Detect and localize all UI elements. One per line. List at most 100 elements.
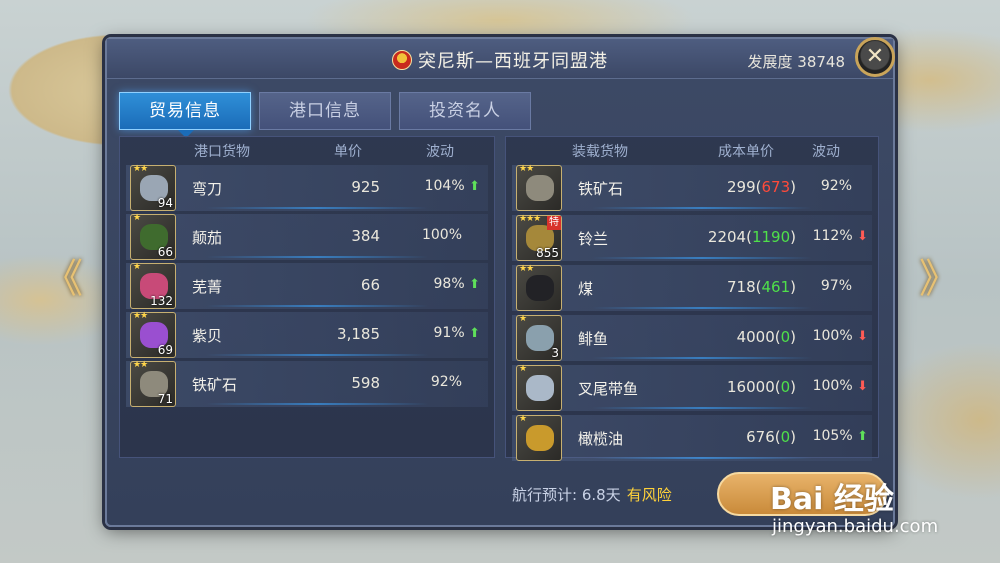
star-rating-icon: ★ [133,262,141,272]
prev-port-arrow[interactable]: 《 [42,258,84,300]
goods-price: 3,185 [337,325,380,343]
star-rating-icon: ★★ [133,164,148,174]
col-header-cargo: 装载货物 [572,144,628,160]
cost-value: 299( [727,178,762,196]
price-difference: 0 [780,378,791,396]
goods-slot[interactable]: ★★ [516,164,562,211]
goods-slot[interactable]: ★ [516,414,562,461]
iron-ore-icon [526,175,554,201]
tab-trade-info[interactable]: 贸易信息 [119,92,251,138]
cargo-row[interactable]: ★ 3 鲱鱼 4000(0) 100% ⬇ [512,314,872,361]
port-goods-row[interactable]: ★★ 69 紫贝 3,185 91% ⬆ [126,311,488,358]
goods-slot[interactable]: ★ [516,364,562,411]
col-header-price: 单价 [334,144,362,160]
goods-slot[interactable]: ★ 66 [130,213,176,260]
star-rating-icon: ★ [519,314,527,324]
cargo-fluctuation: 97% [820,278,852,294]
baidu-watermark: Bai 经验 jingyan.baidu.com [770,470,990,550]
goods-slot[interactable]: ★★★ 855 特 [516,214,562,261]
development-label: 发展度 [747,53,793,71]
special-badge: 特 [547,216,561,230]
coal-icon [526,275,554,301]
goods-slot[interactable]: ★★ 94 [130,164,176,211]
cargo-fluctuation: 100% ⬇ [812,378,868,394]
port-goods-row[interactable]: ★ 66 颠茄 384 100% [126,213,488,260]
star-rating-icon: ★★★ [519,214,541,224]
cargo-row[interactable]: ★ 橄榄油 676(0) 105% ⬆ [512,414,872,461]
goods-fluctuation: 98% ⬆ [433,276,480,292]
goods-price: 384 [351,227,380,245]
cost-value: 16000( [727,378,781,396]
voyage-estimate: 航行预计: 6.8天 有风险 [512,484,672,505]
goods-slot[interactable]: ★ 132 [130,262,176,309]
watermark-url: jingyan.baidu.com [772,516,939,537]
cargo-row[interactable]: ★★ 煤 718(461) 97% [512,264,872,311]
olive-oil-icon [526,425,554,451]
port-name: 突尼斯—西班牙同盟港 [418,51,608,72]
cargo-fluctuation: 100% ⬇ [812,328,868,344]
cost-paren: ) [790,378,796,396]
goods-slot[interactable]: ★★ [516,264,562,311]
arrow-up-icon: ⬆ [857,429,868,444]
goods-price: 925 [351,178,380,196]
cargo-cost: 2204(1190) [708,228,796,246]
cost-value: 676( [746,428,781,446]
goods-name: 紫贝 [192,327,223,345]
tab-investors[interactable]: 投资名人 [399,92,531,130]
port-goods-row[interactable]: ★ 132 芜菁 66 98% ⬆ [126,262,488,309]
goods-fluctuation: 100% [421,227,462,243]
cargo-cost: 16000(0) [727,378,796,396]
goods-quantity: 94 [157,196,173,210]
port-trade-panel: 突尼斯—西班牙同盟港 发展度 38748 ✕ 贸易信息 港口信息 投资名人 港口… [105,37,895,527]
goods-quantity: 69 [157,343,173,357]
tab-port-info[interactable]: 港口信息 [259,92,391,130]
cargo-row[interactable]: ★ 叉尾带鱼 16000(0) 100% ⬇ [512,364,872,411]
goods-quantity: 3 [551,346,559,360]
cargo-name: 橄榄油 [578,430,624,448]
next-port-arrow[interactable]: 》 [918,258,960,300]
price-difference: 461 [761,278,791,296]
star-rating-icon: ★★ [133,311,148,321]
port-goods-row[interactable]: ★★ 71 铁矿石 598 92% [126,360,488,407]
goods-price: 66 [360,276,380,294]
close-button[interactable]: ✕ [855,37,895,77]
goods-name: 颠茄 [192,229,223,247]
cargo-cost: 676(0) [746,428,796,446]
development-level: 发展度 38748 [747,51,845,72]
arrow-down-icon: ⬇ [857,229,868,244]
arrow-down-icon: ⬇ [857,329,868,344]
cargo-row[interactable]: ★★★ 855 特铃兰 2204(1190) 112% ⬇ [512,214,872,261]
goods-name: 铁矿石 [192,376,238,394]
cost-value: 718( [727,278,762,296]
cargo-name: 鲱鱼 [578,330,609,348]
price-difference: 0 [780,328,791,346]
cost-paren: ) [790,428,796,446]
cargo-name: 铁矿石 [578,180,624,198]
star-rating-icon: ★★ [133,360,148,370]
goods-slot[interactable]: ★★ 69 [130,311,176,358]
goods-quantity: 66 [157,245,173,259]
price-difference: 0 [780,428,791,446]
arrow-up-icon: ⬆ [469,179,480,194]
arrow-up-icon: ⬆ [469,326,480,341]
star-rating-icon: ★ [519,364,527,374]
risk-label: 有风险 [626,486,672,504]
col-header-goods: 港口货物 [194,144,250,160]
goods-slot[interactable]: ★★ 71 [130,360,176,407]
cost-value: 2204( [707,228,752,246]
cargo-row[interactable]: ★★ 铁矿石 299(673) 92% [512,164,872,211]
star-rating-icon: ★ [519,414,527,424]
goods-quantity: 855 [536,246,559,260]
port-goods-row[interactable]: ★★ 94 弯刀 925 104% ⬆ [126,164,488,211]
goods-fluctuation: 91% ⬆ [433,325,480,341]
development-value: 38748 [797,53,845,71]
goods-fluctuation: 104% ⬆ [424,178,480,194]
goods-name: 弯刀 [192,180,223,198]
goods-slot[interactable]: ★ 3 [516,314,562,361]
cargo-name: 煤 [578,280,594,298]
goods-price: 598 [351,374,380,392]
cost-paren: ) [790,178,796,196]
voyage-label: 航行预计: 6.8天 [512,486,621,504]
col-header-cost: 成本单价 [718,144,774,160]
star-rating-icon: ★ [133,213,141,223]
